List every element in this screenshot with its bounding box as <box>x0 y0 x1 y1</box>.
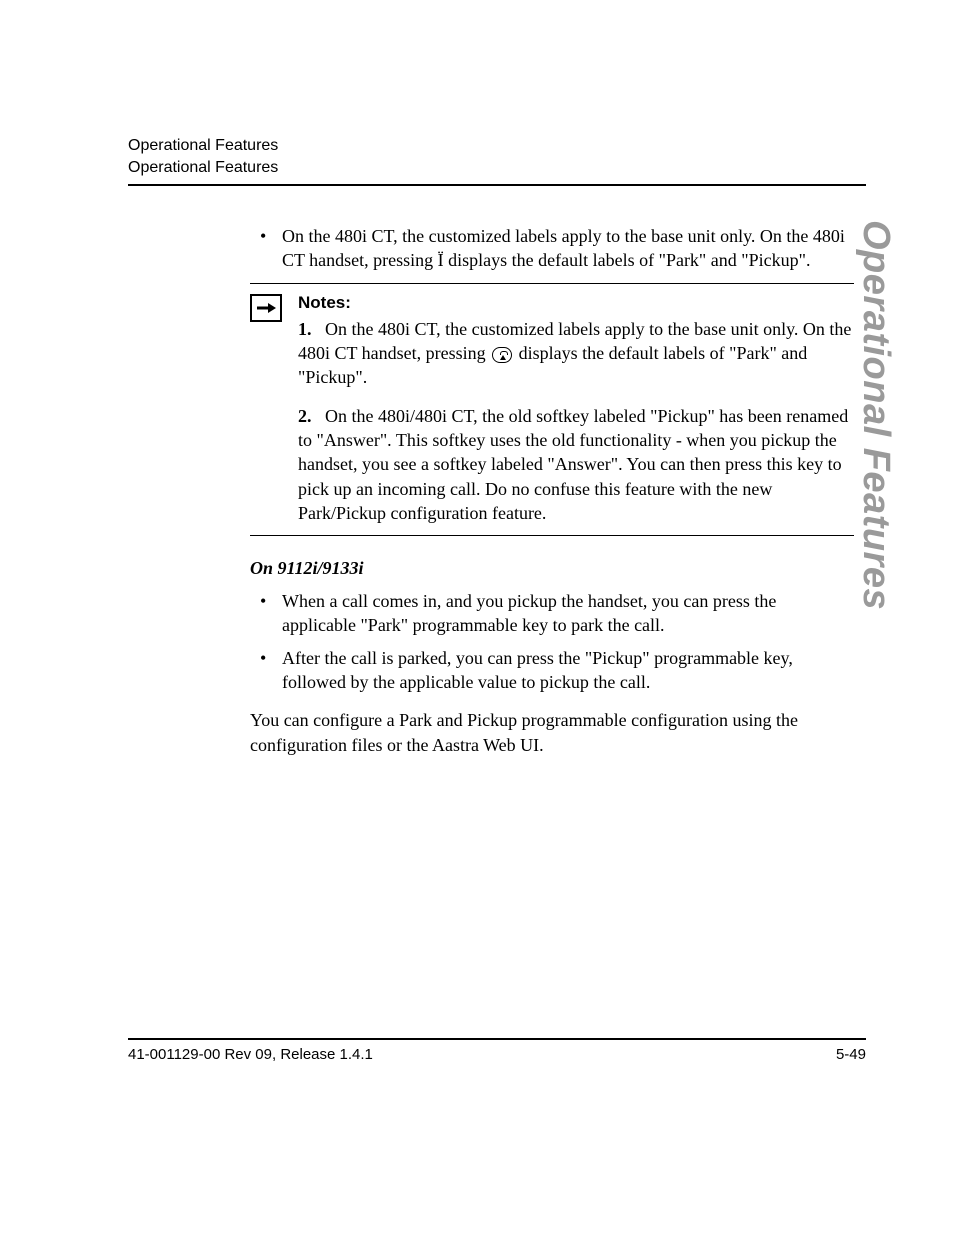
handset-key-icon <box>492 347 512 363</box>
subsection-heading: On 9112i/9133i <box>250 558 854 579</box>
note-number: 1. <box>298 319 312 339</box>
list-item: On the 480i CT, the customized labels ap… <box>250 224 854 273</box>
side-tab-label: Operational Features <box>854 220 897 610</box>
note-item-2: 2. On the 480i/480i CT, the old softkey … <box>298 404 854 525</box>
note-text: On the 480i/480i CT, the old softkey lab… <box>298 406 848 523</box>
bullet-text: When a call comes in, and you pickup the… <box>282 591 776 635</box>
note-item-1: 1. On the 480i CT, the customized labels… <box>298 317 854 390</box>
top-bullet-list: On the 480i CT, the customized labels ap… <box>250 224 854 273</box>
list-item: After the call is parked, you can press … <box>250 646 854 695</box>
header-line-2: Operational Features <box>128 157 866 179</box>
bullet-text: After the call is parked, you can press … <box>282 648 793 692</box>
note-number: 2. <box>298 406 312 426</box>
document-page: Operational Features Operational Feature… <box>0 0 954 1235</box>
running-header: Operational Features Operational Feature… <box>128 135 866 178</box>
footer-rule <box>128 1038 866 1040</box>
notes-heading: Notes: <box>298 292 854 315</box>
bullet-text: On the 480i CT, the customized labels ap… <box>282 226 845 270</box>
notes-box: Notes: 1. On the 480i CT, the customized… <box>250 283 854 536</box>
footer-page-number: 5-49 <box>836 1046 866 1063</box>
arrow-right-icon <box>250 294 282 322</box>
footer-doc-id: 41-001129-00 Rev 09, Release 1.4.1 <box>128 1046 373 1063</box>
header-line-1: Operational Features <box>128 135 866 157</box>
list-item: When a call comes in, and you pickup the… <box>250 589 854 638</box>
page-footer: 41-001129-00 Rev 09, Release 1.4.1 5-49 <box>128 1038 866 1063</box>
header-rule <box>128 184 866 186</box>
sub-bullet-list: When a call comes in, and you pickup the… <box>250 589 854 694</box>
body-content: On the 480i CT, the customized labels ap… <box>250 224 866 757</box>
closing-paragraph: You can configure a Park and Pickup prog… <box>250 708 854 757</box>
